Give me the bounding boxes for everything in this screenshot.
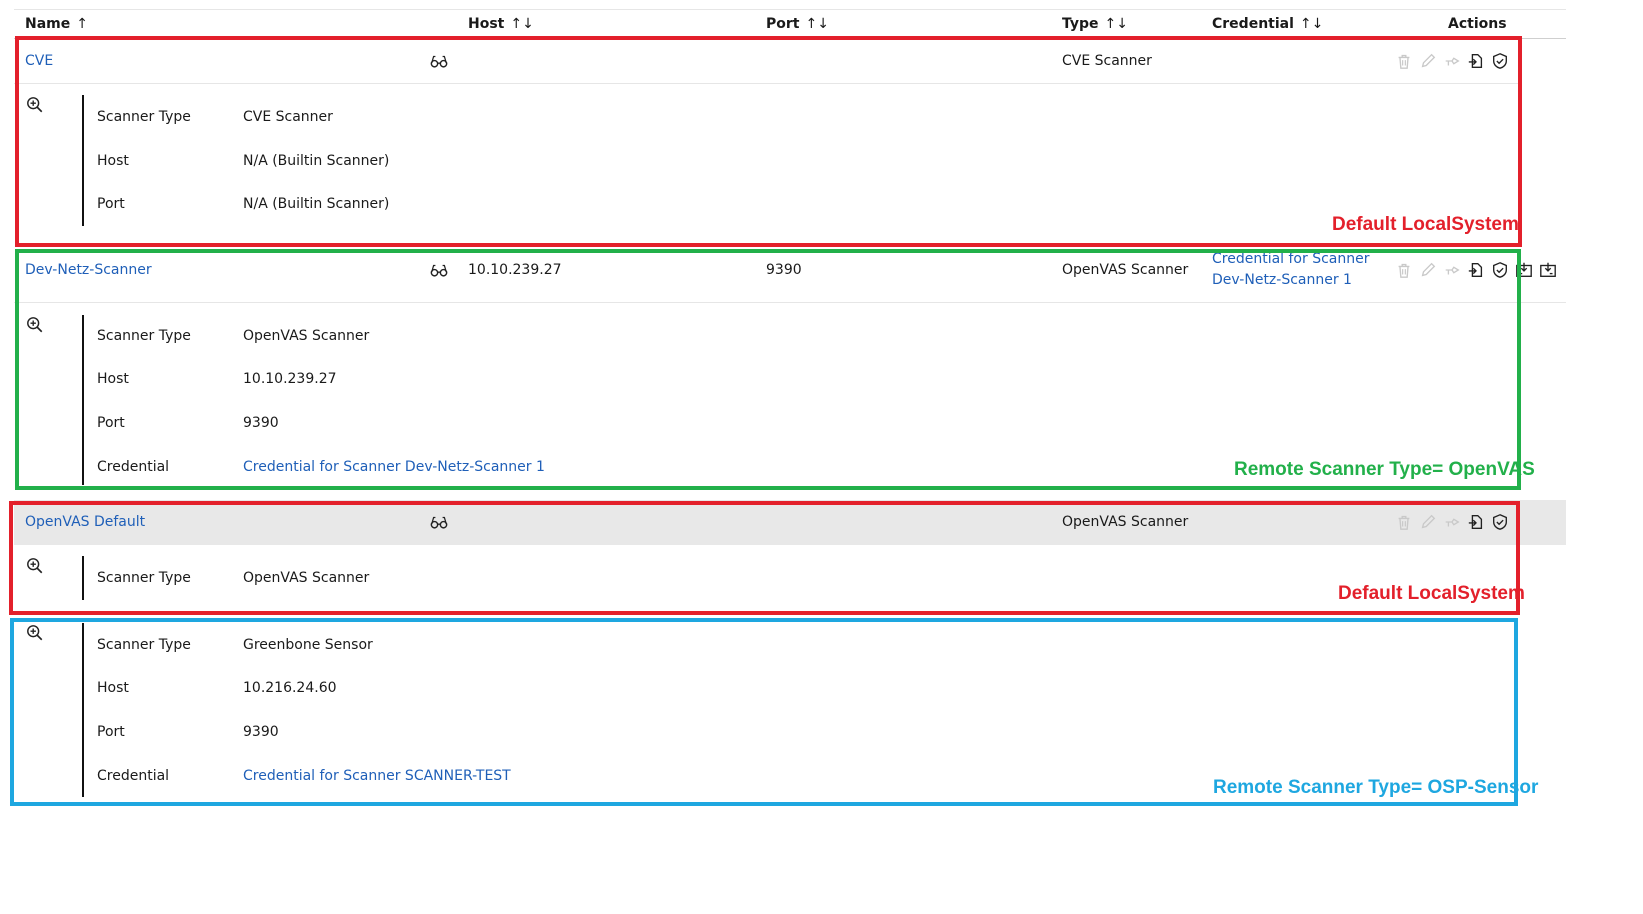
annotation-label: Remote Scanner Type= OSP-Sensor (1213, 777, 1539, 798)
annotation-box-remote-openvas (15, 249, 1521, 490)
header-label: Credential (1212, 16, 1294, 32)
sort-icon: ↑↓ (805, 16, 829, 32)
column-header-name[interactable]: Name ↑ (25, 16, 88, 32)
download-ca-icon[interactable] (1538, 260, 1558, 280)
annotation-label: Remote Scanner Type= OpenVAS (1234, 459, 1535, 480)
table-top-border (14, 9, 1566, 10)
column-header-type[interactable]: Type ↑↓ (1062, 16, 1128, 32)
header-label: Type (1062, 16, 1099, 32)
column-header-credential[interactable]: Credential ↑↓ (1212, 16, 1323, 32)
header-label: Port (766, 16, 800, 32)
header-label: Host (468, 16, 505, 32)
sort-asc-icon: ↑ (76, 16, 88, 32)
column-header-actions: Actions (1448, 16, 1507, 32)
column-header-host[interactable]: Host ↑↓ (468, 16, 534, 32)
sort-icon: ↑↓ (1104, 16, 1128, 32)
column-header-port[interactable]: Port ↑↓ (766, 16, 829, 32)
sort-icon: ↑↓ (1299, 16, 1324, 32)
header-label: Name (25, 16, 71, 32)
annotation-box-default-local (9, 501, 1520, 615)
sort-icon: ↑↓ (510, 16, 534, 32)
annotation-label: Default LocalSystem (1332, 214, 1519, 235)
annotation-label: Default LocalSystem (1338, 583, 1525, 604)
annotation-box-default-local (15, 36, 1522, 247)
